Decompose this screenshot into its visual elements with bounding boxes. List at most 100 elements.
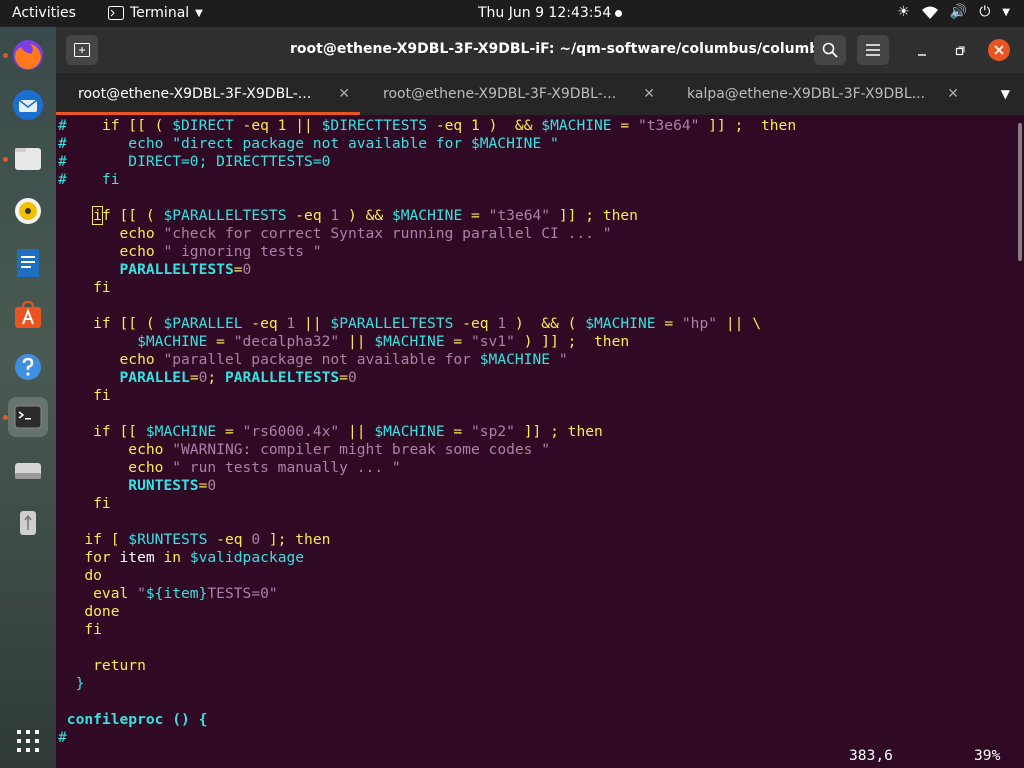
app-menu[interactable]: Terminal ▼ — [108, 5, 203, 21]
code-token: in — [154, 549, 190, 566]
code-line: echo "WARNING: compiler might break some… — [58, 441, 550, 459]
code-token: # — [58, 729, 67, 746]
code-line: # DIRECT=0; DIRECTTESTS=0 — [58, 153, 330, 171]
code-token: echo — [58, 243, 164, 260]
chevron-down-icon: ▼ — [195, 7, 203, 19]
dock-rhythmbox[interactable] — [8, 191, 48, 231]
close-button[interactable] — [988, 39, 1010, 61]
code-token: || \ — [717, 315, 761, 332]
code-token: # — [58, 117, 102, 134]
dock-help[interactable] — [8, 347, 48, 387]
code-line: eval "${item}TESTS=0" — [58, 585, 278, 603]
menu-button[interactable] — [857, 35, 889, 65]
code-token: echo — [58, 459, 173, 476]
code-token: fi — [58, 387, 111, 404]
activities-button[interactable]: Activities — [12, 5, 76, 21]
dock-firefox[interactable] — [8, 35, 48, 75]
tab-1[interactable]: root@ethene-X9DBL-3F-X9DBL-... ✕ — [56, 73, 360, 115]
code-token: done — [58, 603, 120, 620]
code-token: PARALLELTESTS — [119, 261, 234, 278]
code-token: -eq — [286, 207, 331, 224]
tab-label: root@ethene-X9DBL-3F-X9DBL-... — [78, 86, 312, 102]
code-token: = — [207, 333, 234, 350]
code-token: 0 — [348, 369, 357, 386]
code-token: "sp2" — [471, 423, 515, 440]
help-icon — [15, 354, 41, 380]
code-line: if [[ $MACHINE = "rs6000.4x" || $MACHINE… — [58, 423, 603, 441]
code-token: = — [189, 369, 199, 386]
code-line: PARALLELTESTS=0 — [58, 261, 252, 279]
code-token: echo — [58, 225, 164, 242]
code-token: ]; then — [260, 531, 331, 548]
code-token: fi — [58, 495, 111, 512]
code-line: if [[ ( $PARALLEL -eq 1 || $PARALLELTEST… — [58, 315, 761, 333]
code-token: ; — [207, 369, 225, 386]
code-line: fi — [58, 387, 111, 405]
scrollbar[interactable] — [1018, 123, 1022, 261]
dock-software[interactable] — [8, 295, 48, 335]
code-line: echo "parallel package not available for… — [58, 351, 568, 369]
dock-usb[interactable] — [8, 503, 48, 543]
dock-drive[interactable] — [8, 451, 48, 491]
code-line: PARALLEL=0; PARALLELTESTS=0 — [58, 369, 357, 387]
code-token: PARALLELTESTS — [224, 369, 340, 386]
code-token: $RUNTESTS — [128, 531, 208, 548]
close-tab-icon[interactable]: ✕ — [643, 86, 655, 102]
dock-terminal[interactable] — [8, 397, 48, 437]
code-token: confileproc () { — [58, 711, 208, 728]
code-token: $PARALLELTESTS — [330, 315, 454, 332]
code-token: if [[ ( — [58, 315, 164, 332]
close-tab-icon[interactable]: ✕ — [947, 86, 959, 102]
code-token: = — [216, 423, 243, 440]
cursor-position: 383,6 — [849, 747, 893, 764]
code-line: return — [58, 657, 146, 675]
tab-list-dropdown-icon[interactable]: ▼ — [1001, 87, 1010, 101]
close-tab-icon[interactable]: ✕ — [338, 86, 350, 102]
code-token: "hp" — [681, 315, 718, 332]
clock[interactable]: Thu Jun 9 12:43:54 — [478, 5, 611, 21]
code-token: || — [295, 315, 331, 332]
code-token: " — [550, 351, 568, 368]
terminal-icon — [14, 405, 42, 429]
tab-label: kalpa@ethene-X9DBL-3F-X9DBL... — [687, 86, 926, 102]
code-token: ]] ; then — [699, 117, 797, 134]
system-tray[interactable]: ☀ 🔊 ⏻ ▼ — [897, 4, 1010, 20]
maximize-button[interactable] — [950, 41, 970, 61]
code-token: $PARALLEL — [163, 315, 243, 332]
top-bar: Activities Terminal ▼ Thu Jun 9 12:43:54… — [0, 0, 1024, 27]
code-token: item — [119, 549, 155, 566]
window-title: root@ethene-X9DBL-3F-X9DBL-iF: ~/qm-soft… — [290, 41, 838, 57]
terminal-area[interactable]: # if [[ ( $DIRECT -eq 1 || $DIRECTTESTS … — [56, 115, 1024, 768]
running-indicator-icon — [3, 53, 8, 58]
minimize-button[interactable] — [912, 41, 932, 61]
code-token: 1 — [286, 315, 296, 332]
terminal-icon — [108, 6, 124, 20]
dock-writer[interactable] — [8, 243, 48, 283]
tab-2[interactable]: root@ethene-X9DBL-3F-X9DBL-... ✕ — [361, 73, 665, 115]
code-token: echo — [58, 441, 173, 458]
code-token: ${item} — [145, 585, 208, 602]
code-line: done — [58, 603, 120, 621]
new-tab-button[interactable] — [66, 35, 98, 65]
code-token: 0 — [242, 261, 252, 278]
code-token: } — [58, 675, 85, 692]
code-token: for — [58, 549, 120, 566]
apps-grid-icon — [17, 730, 39, 752]
code-token: fi — [58, 279, 111, 296]
code-token: ]] ; then — [550, 207, 638, 224]
dock-files[interactable] — [8, 139, 48, 179]
code-token: $MACHINE — [391, 207, 463, 224]
code-token: = — [233, 261, 243, 278]
code-token: $MACHINE — [145, 423, 217, 440]
dock-thunderbird[interactable] — [8, 85, 48, 125]
window-titlebar[interactable]: root@ethene-X9DBL-3F-X9DBL-iF: ~/qm-soft… — [56, 27, 1024, 73]
code-line: for item in $validpackage — [58, 549, 304, 567]
code-token: $MACHINE — [374, 333, 445, 350]
search-button[interactable] — [814, 35, 846, 65]
show-apps-button[interactable] — [8, 721, 48, 761]
code-token: -eq — [242, 315, 287, 332]
code-token: if [[ ( — [101, 117, 173, 134]
code-token: $MACHINE — [374, 423, 445, 440]
tab-3[interactable]: kalpa@ethene-X9DBL-3F-X9DBL... ✕ — [665, 73, 969, 115]
